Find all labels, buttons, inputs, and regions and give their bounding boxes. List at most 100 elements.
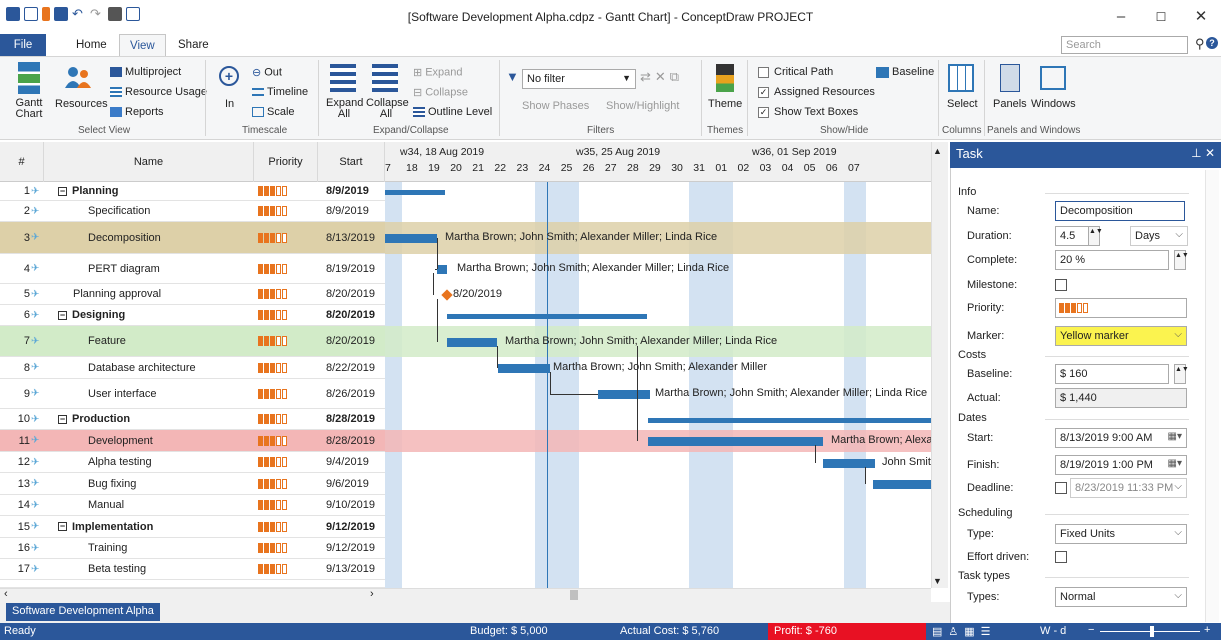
baseline-button[interactable]: Baseline bbox=[876, 66, 934, 78]
reports-button[interactable]: Reports bbox=[110, 106, 164, 118]
table-row[interactable]: 7 ✈ Feature 8/20/2019 bbox=[0, 326, 385, 357]
task-name[interactable]: Database architecture bbox=[88, 357, 248, 378]
task-panel-scrollbar[interactable] bbox=[1205, 170, 1219, 622]
zoom-in-button[interactable]: In bbox=[225, 98, 234, 110]
spinner-icon[interactable]: ▲▼ bbox=[1088, 226, 1103, 246]
table-row[interactable]: 12 ✈ Alpha testing 9/4/2019 bbox=[0, 452, 385, 473]
help-icon[interactable]: ? bbox=[1206, 37, 1218, 49]
select-columns-button[interactable]: Select bbox=[947, 98, 978, 110]
task-name[interactable]: − Production bbox=[58, 409, 220, 429]
task-bar[interactable] bbox=[498, 364, 550, 373]
task-bar[interactable] bbox=[873, 480, 931, 489]
panels-button[interactable]: Panels bbox=[993, 98, 1027, 110]
table-row[interactable]: 16 ✈ Training 9/12/2019 bbox=[0, 538, 385, 559]
effort-driven-checkbox[interactable] bbox=[1055, 551, 1067, 563]
scroll-left-icon[interactable]: ‹ bbox=[4, 588, 8, 600]
expand-all-button[interactable]: Expand All bbox=[326, 98, 363, 120]
table-row[interactable]: 15 ✈ − Implementation 9/12/2019 bbox=[0, 516, 385, 538]
task-name[interactable]: Planning approval bbox=[73, 284, 233, 304]
gantt-chart-button[interactable]: Gantt Chart bbox=[13, 98, 45, 120]
show-phases-button[interactable]: Show Phases bbox=[522, 100, 589, 112]
table-row[interactable]: 5 ✈ Planning approval 8/20/2019 bbox=[0, 284, 385, 305]
task-name[interactable]: Feature bbox=[88, 326, 248, 356]
task-bar[interactable] bbox=[385, 234, 437, 243]
col-header-priority[interactable]: Priority bbox=[254, 142, 318, 182]
name-field[interactable]: Decomposition bbox=[1055, 201, 1185, 221]
task-name[interactable]: Bug fixing bbox=[88, 473, 248, 494]
outline-level-button[interactable]: Outline Level bbox=[413, 106, 492, 118]
task-name[interactable]: − Implementation bbox=[58, 516, 220, 537]
deadline-checkbox[interactable] bbox=[1055, 482, 1067, 494]
task-bar[interactable] bbox=[648, 437, 823, 446]
gantt-chart[interactable]: w34, 18 Aug 2019 w35, 25 Aug 2019 w36, 01 … bbox=[385, 142, 931, 588]
task-name[interactable]: Manual bbox=[88, 495, 248, 515]
spinner-icon[interactable]: ▲▼ bbox=[1174, 364, 1189, 384]
filter-tools-icons[interactable]: ⇄✕⧉ bbox=[640, 69, 683, 85]
col-header-name[interactable]: Name bbox=[44, 142, 254, 182]
collapse-toggle-icon[interactable]: − bbox=[58, 414, 67, 424]
collapse-all-button[interactable]: Collapse All bbox=[366, 98, 409, 120]
table-row[interactable]: 2 ✈ Specification 8/9/2019 bbox=[0, 201, 385, 222]
gantt-vertical-scrollbar[interactable] bbox=[931, 142, 948, 588]
tab-file[interactable]: File bbox=[0, 34, 46, 56]
task-start[interactable]: 9/4/2019 bbox=[326, 452, 384, 472]
close-button[interactable]: ✕ bbox=[1186, 6, 1216, 28]
table-row[interactable]: 10 ✈ − Production 8/28/2019 bbox=[0, 409, 385, 430]
grid-horizontal-scrollbar[interactable] bbox=[0, 588, 385, 602]
table-row[interactable]: 6 ✈ − Designing 8/20/2019 bbox=[0, 305, 385, 326]
scale-button[interactable]: Scale bbox=[252, 106, 295, 118]
assigned-resources-checkbox[interactable]: ✓ Assigned Resources bbox=[758, 86, 875, 98]
duration-unit-select[interactable]: Days ⌵ bbox=[1130, 226, 1188, 246]
expand-button[interactable]: ⊞ Expand bbox=[413, 66, 463, 79]
task-start[interactable]: 8/20/2019 bbox=[326, 305, 384, 325]
critical-path-checkbox[interactable]: Critical Path bbox=[758, 66, 833, 78]
table-row[interactable]: 13 ✈ Bug fixing 9/6/2019 bbox=[0, 473, 385, 495]
start-date-field[interactable]: 8/13/2019 9:00 AM ▦▾ bbox=[1055, 428, 1187, 448]
resource-usage-button[interactable]: Resource Usage bbox=[110, 86, 207, 98]
timeline-button[interactable]: Timeline bbox=[252, 86, 308, 98]
task-start[interactable]: 8/9/2019 bbox=[326, 182, 384, 200]
sheet-tab[interactable]: Software Development Alpha bbox=[6, 603, 160, 621]
pin-close-icons[interactable]: ⊥ ✕ bbox=[1191, 146, 1215, 160]
table-row[interactable]: 9 ✈ User interface 8/26/2019 bbox=[0, 379, 385, 409]
table-row[interactable]: 3 ✈ Decomposition 8/13/2019 bbox=[0, 222, 385, 254]
zoom-out-status-icon[interactable]: − bbox=[1088, 624, 1094, 636]
resources-button[interactable]: Resources bbox=[55, 98, 108, 110]
priority-field[interactable] bbox=[1055, 298, 1187, 318]
task-name[interactable]: Development bbox=[88, 430, 248, 451]
table-row[interactable]: 14 ✈ Manual 9/10/2019 bbox=[0, 495, 385, 516]
task-start[interactable]: 8/28/2019 bbox=[326, 409, 384, 429]
milestone-checkbox[interactable] bbox=[1055, 279, 1067, 291]
task-start[interactable]: 8/22/2019 bbox=[326, 357, 384, 378]
scroll-right-icon[interactable]: › bbox=[370, 588, 374, 600]
finish-date-field[interactable]: 8/19/2019 1:00 PM ▦▾ bbox=[1055, 455, 1187, 475]
table-row[interactable]: 1 ✈ − Planning 8/9/2019 bbox=[0, 182, 385, 201]
task-name[interactable]: Alpha testing bbox=[88, 452, 248, 472]
task-name[interactable]: Training bbox=[88, 538, 248, 558]
deadline-field[interactable]: 8/23/2019 11:33 PM ⌵ bbox=[1070, 478, 1187, 498]
collapse-button[interactable]: ⊟ Collapse bbox=[413, 86, 468, 99]
table-row[interactable]: 17 ✈ Beta testing 9/13/2019 bbox=[0, 559, 385, 580]
task-start[interactable]: 8/19/2019 bbox=[326, 254, 384, 283]
baseline-cost-field[interactable]: $ 160 bbox=[1055, 364, 1169, 384]
task-start[interactable]: 9/10/2019 bbox=[326, 495, 384, 515]
marker-select[interactable]: Yellow marker ⌵ bbox=[1055, 326, 1187, 346]
theme-button[interactable]: Theme bbox=[708, 98, 742, 110]
col-header-num[interactable]: # bbox=[0, 142, 44, 182]
task-bar[interactable] bbox=[598, 390, 650, 399]
task-start[interactable]: 9/6/2019 bbox=[326, 473, 384, 494]
task-start[interactable]: 8/28/2019 bbox=[326, 430, 384, 451]
task-start[interactable]: 9/13/2019 bbox=[326, 559, 384, 579]
show-highlight-button[interactable]: Show/Highlight bbox=[606, 100, 679, 112]
duration-field[interactable]: 4.5 bbox=[1055, 226, 1089, 246]
type-select[interactable]: Fixed Units ⌵ bbox=[1055, 524, 1187, 544]
tab-view[interactable]: View bbox=[119, 34, 166, 56]
task-name[interactable]: PERT diagram bbox=[88, 254, 248, 283]
summary-bar[interactable] bbox=[648, 417, 931, 423]
task-name[interactable]: − Planning bbox=[58, 182, 220, 200]
find-icon[interactable]: ⚲ bbox=[1195, 36, 1205, 52]
task-name[interactable]: Decomposition bbox=[88, 222, 248, 253]
maximize-button[interactable]: ☐ bbox=[1146, 6, 1176, 28]
multiproject-button[interactable]: Multiproject bbox=[110, 66, 181, 78]
spinner-icon[interactable]: ▲▼ bbox=[1174, 250, 1189, 270]
